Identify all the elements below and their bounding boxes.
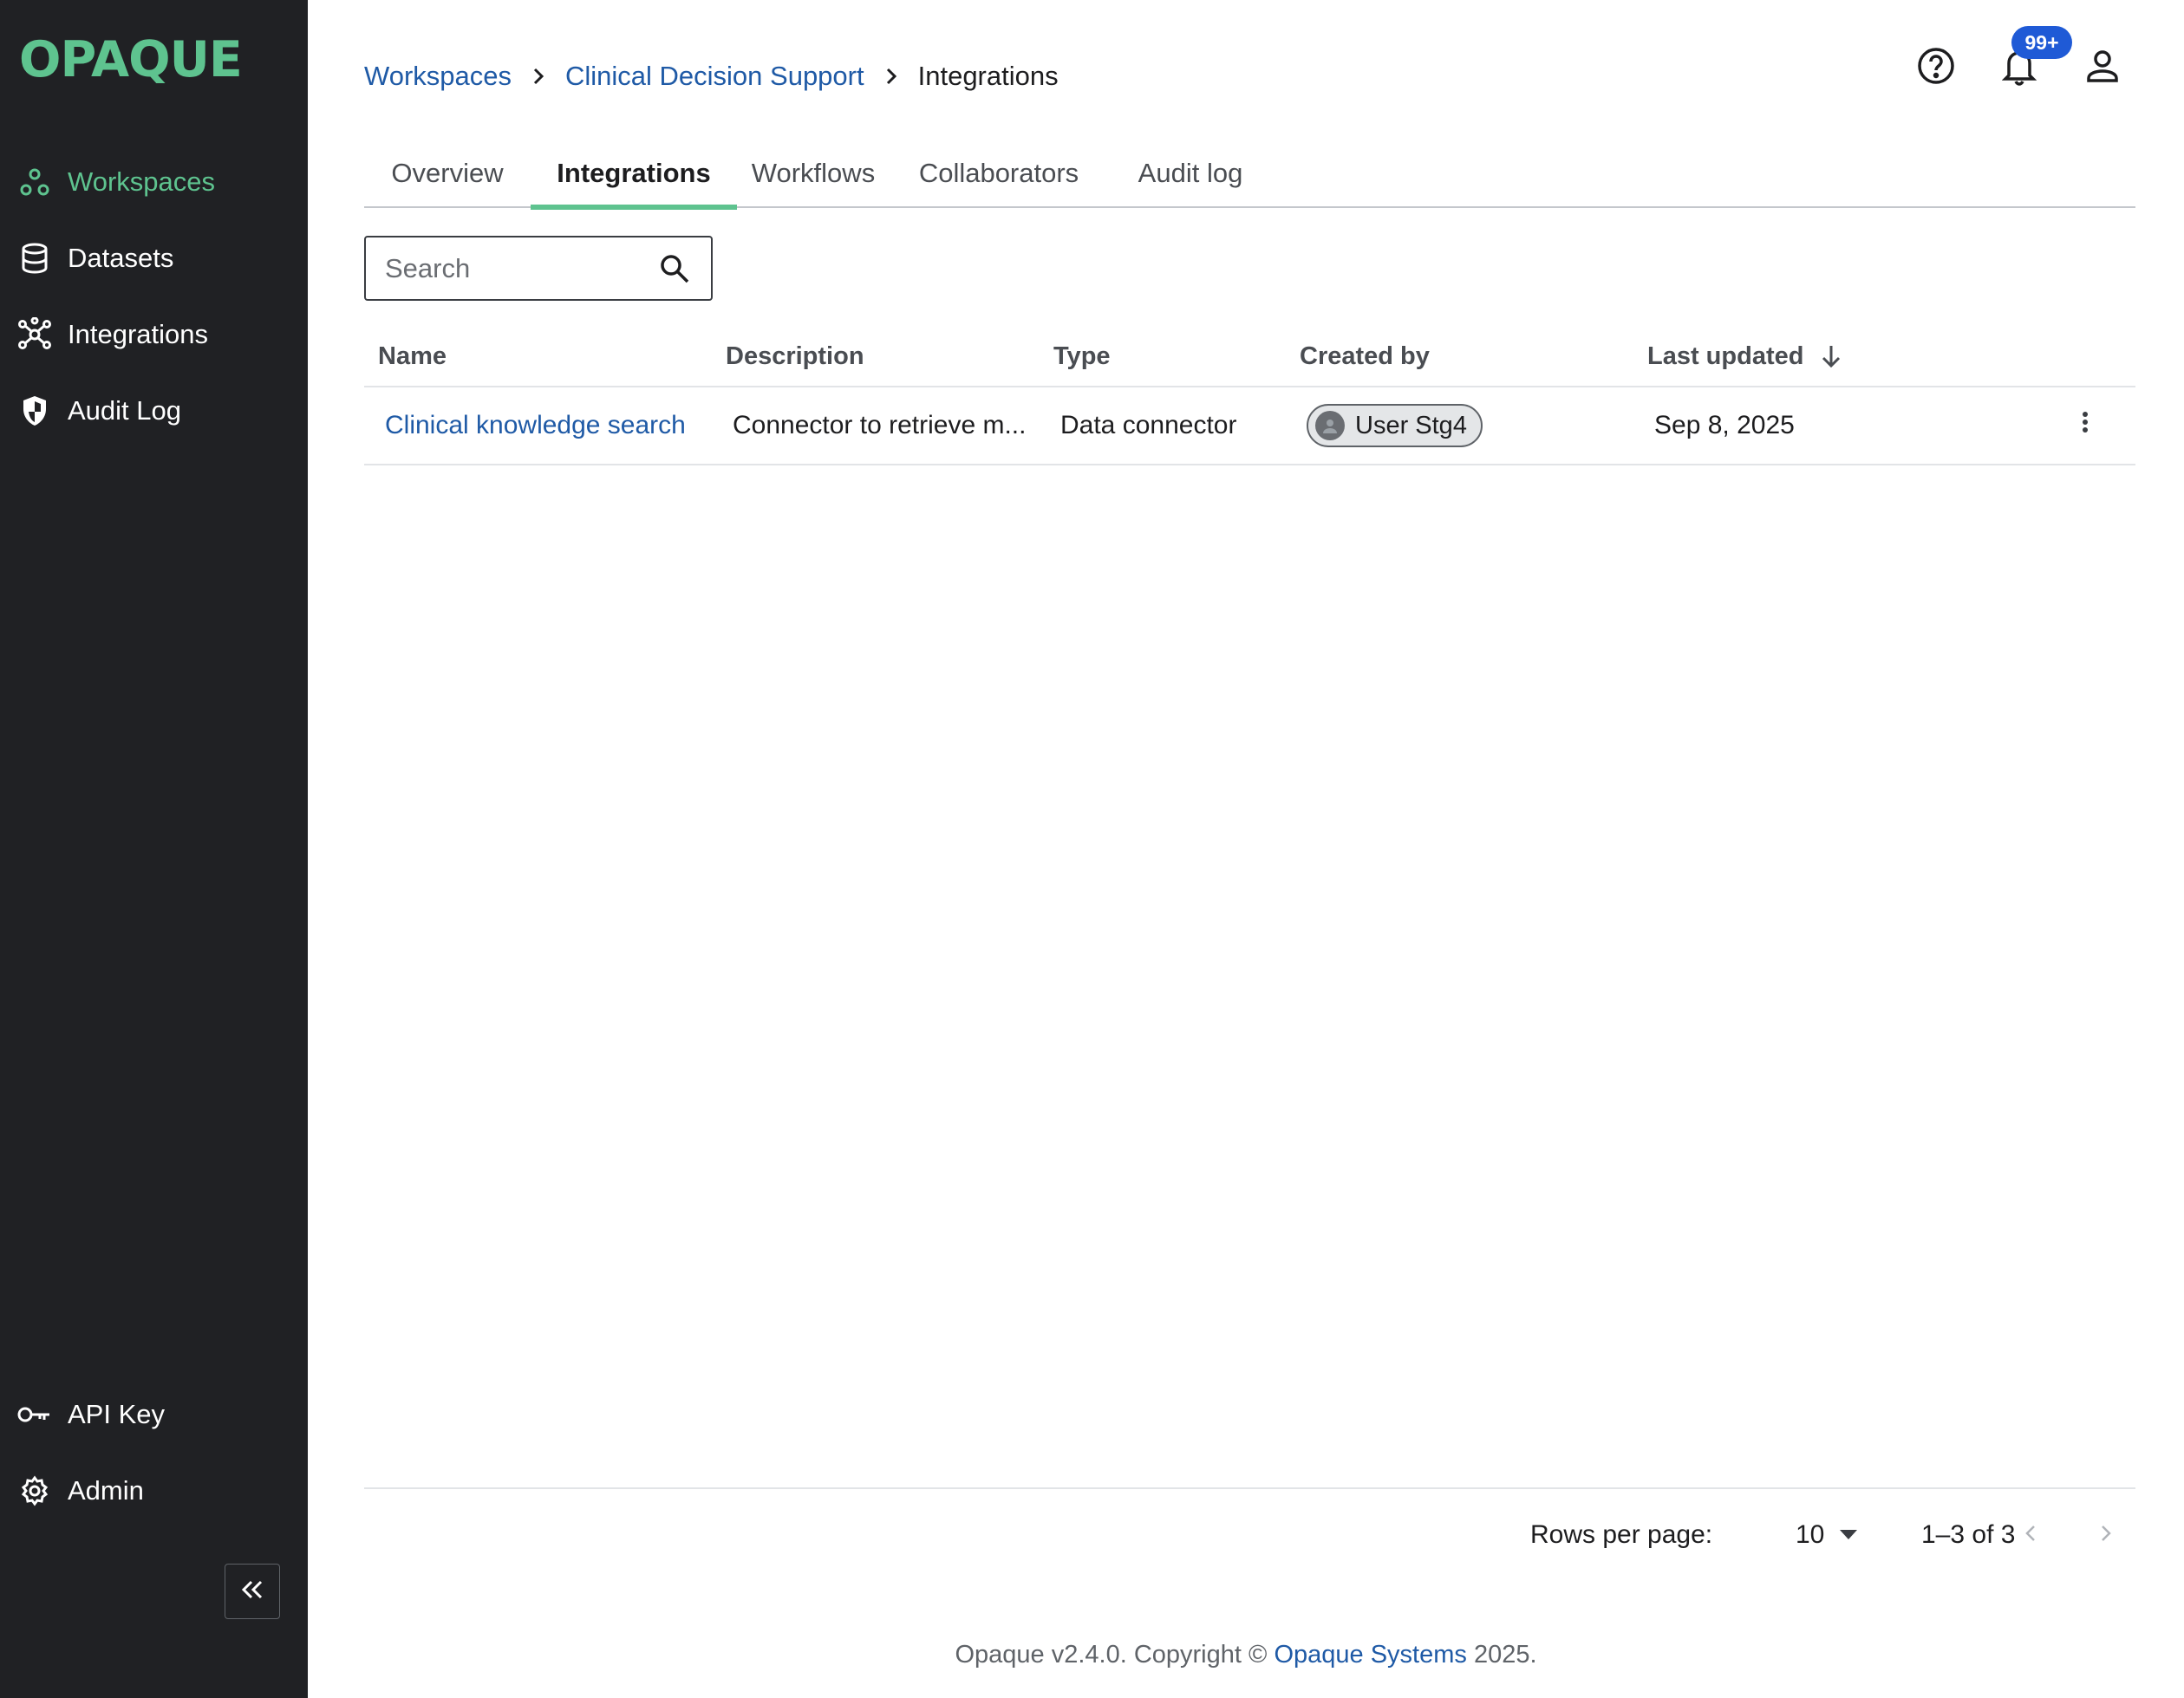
notification-badge: 99+ [2011,26,2072,59]
integrations-hub-icon [17,317,52,352]
sidebar-item-label: Datasets [68,243,174,273]
sidebar-item-admin[interactable]: Admin [0,1461,308,1521]
chevron-right-icon [885,67,897,86]
sidebar-item-integrations[interactable]: Integrations [0,304,308,365]
user-chip[interactable]: User Stg4 [1307,404,1483,447]
footer-copyright: Opaque v2.4.0. Copyright © [955,1641,1268,1669]
footer: Opaque v2.4.0. Copyright © Opaque System… [308,1641,2184,1669]
row-actions-menu-button[interactable] [2063,387,2107,464]
footer-year: 2025. [1473,1641,1537,1669]
collapse-sidebar-button[interactable] [225,1564,280,1619]
rows-per-page-select[interactable]: 10 [1796,1489,1858,1581]
avatar [1315,411,1345,440]
sidebar-item-label: API Key [68,1399,165,1429]
chevron-right-icon [532,67,544,86]
main-content: Workspaces Clinical Decision Support Int… [308,0,2184,1698]
footer-company-link[interactable]: Opaque Systems [1274,1641,1466,1669]
sidebar-item-datasets[interactable]: Datasets [0,228,308,289]
last-updated-date: Sep 8, 2025 [1654,411,1795,439]
tab-collaborators[interactable]: Collaborators [890,139,1108,208]
tab-bar: Overview Integrations Workflows Collabor… [364,139,2135,210]
chevron-right-icon [2101,1525,2111,1546]
rows-per-page-value: 10 [1796,1520,1825,1549]
sort-arrow-down-icon[interactable] [1821,343,1842,369]
sidebar: OPAQUE Workspaces Datasets Integrations … [0,0,308,1698]
more-vertical-icon [2082,411,2089,440]
dropdown-arrow-icon [1840,1530,1858,1540]
workspaces-icon [17,165,52,199]
account-button[interactable] [2078,43,2127,92]
integration-description: Connector to retrieve m... [733,411,1027,439]
search-icon[interactable] [659,253,690,289]
tab-integrations[interactable]: Integrations [531,139,737,210]
breadcrumb: Workspaces Clinical Decision Support Int… [364,61,1059,92]
database-icon [17,241,52,276]
table-header: Name Description Type Created by Last up… [364,325,2135,387]
key-icon [17,1397,52,1432]
sidebar-item-audit-log[interactable]: Audit Log [0,381,308,441]
previous-page-button[interactable] [2009,1513,2052,1557]
table-row[interactable]: Clinical knowledge search Connector to r… [364,387,2135,465]
created-by-cell: User Stg4 [1307,387,1532,464]
account-icon [2085,49,2120,88]
integration-type: Data connector [1060,411,1237,439]
double-chevron-left-icon [240,1579,264,1604]
sidebar-item-label: Integrations [68,319,208,349]
sidebar-item-api-key[interactable]: API Key [0,1384,308,1445]
help-icon [1916,46,1956,90]
column-header-name[interactable]: Name [378,325,447,387]
rows-per-page-label: Rows per page: [1530,1520,1713,1549]
help-button[interactable] [1912,43,1960,92]
integration-name-link[interactable]: Clinical knowledge search [385,387,714,464]
opaque-logo[interactable]: OPAQUE [19,31,243,88]
tab-audit-log[interactable]: Audit log [1108,139,1273,208]
gear-icon [17,1474,52,1508]
integrations-table: Name Description Type Created by Last up… [364,325,2135,465]
pagination-bar: Rows per page: 10 1–3 of 3 [364,1487,2135,1583]
column-header-label: Last updated [1647,342,1804,370]
breadcrumb-current: Integrations [917,61,1059,91]
shield-icon [17,394,52,428]
column-header-type[interactable]: Type [1053,325,1111,387]
sidebar-item-workspaces[interactable]: Workspaces [0,152,308,212]
column-header-last-updated[interactable]: Last updated [1647,325,1842,387]
sidebar-item-label: Workspaces [68,166,215,197]
pagination-range: 1–3 of 3 [1921,1520,2016,1549]
search-input[interactable] [385,252,645,284]
breadcrumb-workspace-link[interactable]: Clinical Decision Support [565,61,864,92]
next-page-button[interactable] [2084,1513,2128,1557]
column-header-created-by[interactable]: Created by [1300,325,1430,387]
sidebar-item-label: Audit Log [68,395,181,426]
user-chip-label: User Stg4 [1355,411,1467,439]
column-header-description[interactable]: Description [726,325,864,387]
chevron-left-icon [2025,1525,2036,1546]
tab-overview[interactable]: Overview [364,139,531,208]
sidebar-item-label: Admin [68,1475,144,1506]
tab-workflows[interactable]: Workflows [737,139,890,208]
breadcrumb-workspaces-link[interactable]: Workspaces [364,61,512,92]
search-field [364,236,713,301]
